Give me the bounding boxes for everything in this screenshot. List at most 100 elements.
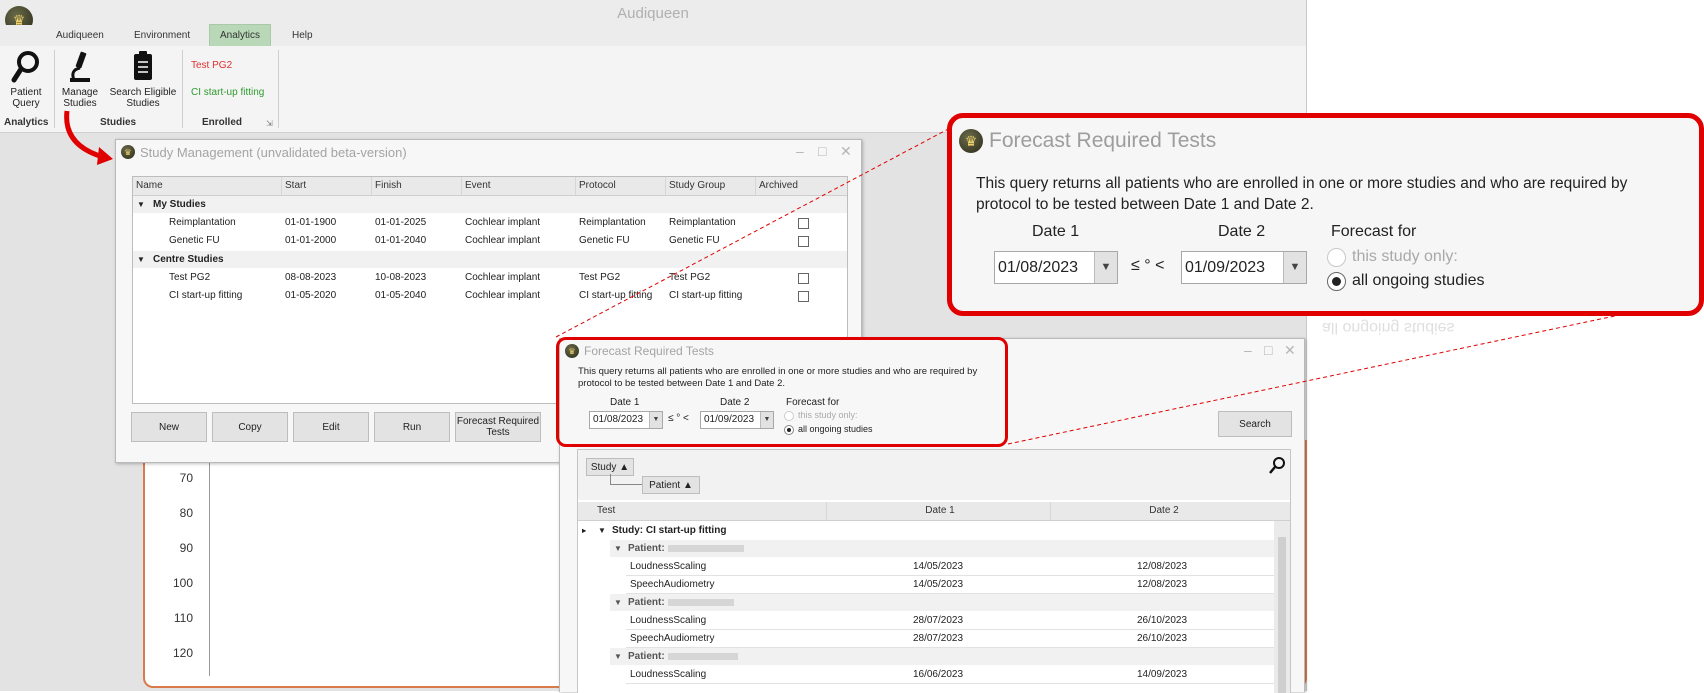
row-indicator-icon: ▸ <box>582 526 587 535</box>
archived-checkbox[interactable] <box>798 273 809 284</box>
search-button[interactable]: Search <box>1218 411 1292 437</box>
manage-studies-button[interactable]: Manage Studies <box>58 50 102 109</box>
archived-checkbox[interactable] <box>798 218 809 229</box>
patient-group-row[interactable]: ▼ Patient: <box>610 648 1274 665</box>
minimize-icon[interactable]: – <box>796 143 804 159</box>
col-finish[interactable]: Finish <box>371 177 461 195</box>
search-eligible-studies-button[interactable]: Search Eligible Studies <box>108 50 178 109</box>
study-label: Study: CI start-up fitting <box>612 525 727 536</box>
table-row[interactable]: SpeechAudiometry 14/05/2023 12/08/2023 <box>626 576 1274 594</box>
scrollbar-thumb[interactable] <box>1278 537 1286 693</box>
app-title: Audiqueen <box>617 5 689 22</box>
cell-event: Cochlear implant <box>465 235 541 246</box>
cell-date2: 26/10/2023 <box>1136 615 1188 626</box>
ribbon-separator <box>278 50 279 128</box>
group-row[interactable]: ▼ My Studies <box>133 196 847 213</box>
expand-icon[interactable]: ▼ <box>614 648 622 665</box>
cell-date2: 14/09/2023 <box>1136 669 1188 680</box>
menu-environment[interactable]: Environment <box>124 25 200 46</box>
maximize-icon[interactable]: □ <box>818 143 826 159</box>
cell-date2: 12/08/2023 <box>1136 579 1188 590</box>
col-study-group[interactable]: Study Group <box>665 177 755 195</box>
y-tick: 90 <box>179 541 193 555</box>
run-button[interactable]: Run <box>374 412 450 442</box>
zoom-highlight-box <box>947 113 1704 316</box>
dialog-launcher-icon[interactable]: ⇲ <box>266 119 273 128</box>
search-icon[interactable] <box>1268 456 1286 474</box>
group-chip-patient[interactable]: Patient ▲ <box>642 476 700 494</box>
forecast-required-tests-button[interactable]: Forecast Required Tests <box>455 412 541 442</box>
close-icon[interactable]: ✕ <box>1284 342 1296 359</box>
enrolled-item-ci-startup[interactable]: CI start-up fitting <box>191 87 264 98</box>
archived-checkbox[interactable] <box>798 236 809 247</box>
menu-analytics[interactable]: Analytics <box>209 24 272 46</box>
study-group-row[interactable]: ▸ ▼ Study: CI start-up fitting <box>578 522 1274 539</box>
table-row[interactable]: SpeechAudiometry 28/07/2023 26/10/2023 <box>626 630 1274 648</box>
table-row[interactable]: LoudnessScaling 28/07/2023 26/10/2023 <box>626 612 1274 630</box>
cell-name: Genetic FU <box>169 235 220 246</box>
cell-finish: 01-01-2025 <box>375 217 427 228</box>
table-row[interactable]: CI start-up fitting 01-05-2020 01-05-204… <box>133 287 847 304</box>
col-date2[interactable]: Date 2 <box>1050 502 1274 520</box>
table-row[interactable]: Reimplantation 01-01-1900 01-01-2025 Coc… <box>133 214 847 231</box>
maximize-icon[interactable]: □ <box>1264 342 1272 358</box>
col-protocol[interactable]: Protocol <box>575 177 665 195</box>
y-tick: 100 <box>172 576 193 590</box>
patient-label: Patient: <box>628 597 665 608</box>
cell-study-group: Genetic FU <box>669 235 720 246</box>
menu-audiqueen[interactable]: Audiqueen <box>46 25 114 46</box>
minimize-icon[interactable]: – <box>1244 342 1252 358</box>
group-label: My Studies <box>153 199 206 210</box>
app-logo-icon: ♛ <box>121 145 135 159</box>
table-row[interactable]: Test PG2 08-08-2023 10-08-2023 Cochlear … <box>133 269 847 286</box>
cell-protocol: Reimplantation <box>579 217 646 228</box>
col-event[interactable]: Event <box>461 177 575 195</box>
cell-date1: 14/05/2023 <box>912 561 964 572</box>
expand-icon[interactable]: ▼ <box>614 594 622 611</box>
expand-icon[interactable]: ▼ <box>137 196 145 213</box>
menu-help[interactable]: Help <box>282 25 323 46</box>
col-date1[interactable]: Date 1 <box>826 502 1050 520</box>
patient-group-row[interactable]: ▼ Patient: <box>610 594 1274 611</box>
table-row[interactable]: LoudnessScaling 16/06/2023 14/09/2023 <box>626 666 1274 684</box>
patient-group-row[interactable]: ▼ Patient: <box>610 540 1274 557</box>
y-tick: 70 <box>179 471 193 485</box>
cell-finish: 01-05-2040 <box>375 290 427 301</box>
group-label: Centre Studies <box>153 254 224 265</box>
expand-icon[interactable]: ▼ <box>137 251 145 268</box>
group-label-enrolled: Enrolled <box>202 117 243 128</box>
results-grid: Study ▲ Patient ▲ Test Date 1 Date 2 ▸ ▼… <box>577 449 1291 693</box>
redacted-name <box>668 545 744 552</box>
close-icon[interactable]: ✕ <box>840 143 852 160</box>
cell-start: 01-05-2020 <box>285 290 337 301</box>
cell-finish: 01-01-2040 <box>375 235 427 246</box>
cell-name: CI start-up fitting <box>169 290 243 301</box>
group-row[interactable]: ▼ Centre Studies <box>133 251 847 268</box>
col-archived[interactable]: Archived <box>755 177 847 195</box>
chip-label: Patient <box>649 479 681 491</box>
table-row[interactable]: LoudnessScaling 14/05/2023 12/08/2023 <box>626 558 1274 576</box>
col-start[interactable]: Start <box>281 177 371 195</box>
cell-start: 01-01-2000 <box>285 235 337 246</box>
edit-button[interactable]: Edit <box>293 412 369 442</box>
col-test[interactable]: Test <box>594 502 826 520</box>
redacted-name <box>668 599 734 606</box>
new-button[interactable]: New <box>131 412 207 442</box>
title-bar: ♛ Audiqueen <box>0 0 1306 34</box>
col-name[interactable]: Name <box>133 177 281 195</box>
copy-button[interactable]: Copy <box>212 412 288 442</box>
table-row[interactable]: Genetic FU 01-01-2000 01-01-2040 Cochlea… <box>133 232 847 249</box>
results-grid-header: Test Date 1 Date 2 <box>578 502 1290 521</box>
cell-start: 08-08-2023 <box>285 272 337 283</box>
enrolled-item-test-pg2[interactable]: Test PG2 <box>191 60 232 71</box>
chip-connector <box>610 474 643 485</box>
group-label-analytics: Analytics <box>4 117 49 128</box>
cell-finish: 10-08-2023 <box>375 272 427 283</box>
cell-test: LoudnessScaling <box>630 669 707 680</box>
patient-query-button[interactable]: Patient Query <box>4 50 48 109</box>
cell-date1: 14/05/2023 <box>912 579 964 590</box>
archived-checkbox[interactable] <box>798 291 809 302</box>
vertical-scrollbar[interactable] <box>1274 521 1290 693</box>
expand-icon[interactable]: ▼ <box>614 540 622 557</box>
expand-icon[interactable]: ▼ <box>598 522 606 539</box>
